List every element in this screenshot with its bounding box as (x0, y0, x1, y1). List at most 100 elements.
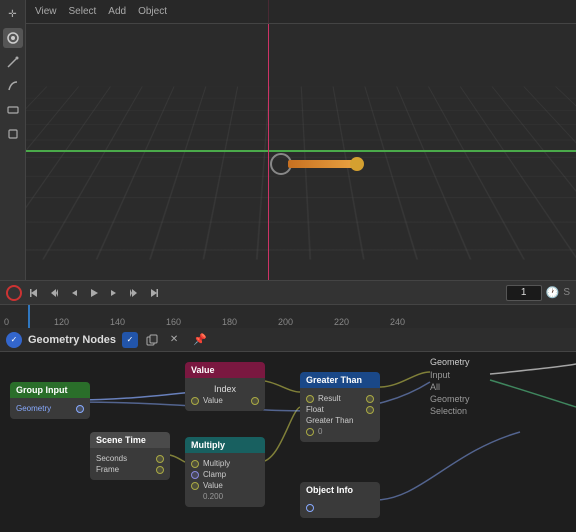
clamp-label: Clamp (203, 470, 226, 479)
bone-tip (350, 157, 364, 171)
geometry-out-label: Geometry (430, 357, 470, 367)
clamp-socket[interactable] (191, 471, 199, 479)
float-label: Float (306, 405, 324, 414)
value-input-socket[interactable] (191, 397, 199, 405)
ruler-mark-160: 160 (166, 317, 181, 327)
play-button[interactable] (86, 285, 102, 301)
multiply-label: Multiply (203, 459, 230, 468)
value-index-header: Value (185, 362, 265, 378)
value-out-label: Value (203, 396, 223, 405)
value-index-node[interactable]: Value Index Value (185, 362, 265, 411)
value-output-socket[interactable] (251, 397, 259, 405)
seconds-socket[interactable] (156, 455, 164, 463)
frame-counter: 1 🕐 S (506, 285, 570, 301)
value-index-body: Index Value (185, 378, 265, 411)
shield-icon[interactable]: ✓ (122, 332, 138, 348)
result-label: Result (318, 394, 341, 403)
gt-val-socket[interactable] (306, 428, 314, 436)
oi-in-socket[interactable] (306, 504, 314, 512)
value-row-label: Value (203, 481, 223, 490)
geometry-label2: Geometry (430, 394, 470, 404)
record-button[interactable] (6, 285, 22, 301)
object-info-body (300, 498, 380, 518)
timeline: 1 🕐 S 0 120 140 160 180 200 220 240 (0, 280, 576, 328)
next-frame-button[interactable] (106, 285, 122, 301)
playhead (28, 305, 30, 329)
skip-to-start-button[interactable] (26, 285, 42, 301)
object-info-header: Object Info (300, 482, 380, 498)
ruler-mark-120: 120 (54, 317, 69, 327)
next-keyframe-button[interactable] (126, 285, 142, 301)
axis-x-line (0, 150, 576, 152)
prev-keyframe-button[interactable] (46, 285, 62, 301)
ruler-mark-180: 180 (222, 317, 237, 327)
seconds-label: Seconds (96, 454, 127, 463)
pin-button[interactable]: 📌 (192, 332, 208, 348)
timeline-ruler[interactable]: 0 120 140 160 180 200 220 240 (0, 305, 576, 329)
node-editor-header: ✓ Geometry Nodes ✓ ✕ 📌 (0, 328, 576, 352)
ruler-mark-200: 200 (278, 317, 293, 327)
gt-label: Greater Than (306, 416, 353, 425)
sync-label: S (563, 287, 570, 298)
left-toolbar: ✛ (0, 0, 26, 280)
multiply-node[interactable]: Multiply Multiply Clamp Value 0.200 (185, 437, 265, 507)
prev-frame-button[interactable] (66, 285, 82, 301)
node-editor[interactable]: ✓ Geometry Nodes ✓ ✕ 📌 (0, 328, 576, 532)
scene-time-body: Seconds Frame (90, 448, 170, 480)
bone-shaft (288, 160, 353, 168)
ruler-mark-140: 140 (110, 317, 125, 327)
greater-than-header: Greater Than (300, 372, 380, 388)
node-connections (0, 352, 576, 532)
node-editor-icon: ✓ (6, 332, 22, 348)
box-tool[interactable] (3, 124, 23, 144)
ruler-mark-220: 220 (334, 317, 349, 327)
group-input-body: Geometry (10, 398, 90, 419)
select-menu[interactable]: Select (66, 5, 100, 18)
bone-object (270, 158, 360, 170)
multiply-in1-socket[interactable] (191, 460, 199, 468)
cursor-tool[interactable]: ✛ (3, 4, 23, 24)
float-socket[interactable] (366, 406, 374, 414)
gt-in1-socket[interactable] (306, 395, 314, 403)
frame-label: Frame (96, 465, 119, 474)
viewport-header: View Select Add Object (26, 0, 576, 24)
draw-tool[interactable] (3, 52, 23, 72)
ruler-mark-240: 240 (390, 317, 405, 327)
measure-tool[interactable] (3, 100, 23, 120)
scene-time-node[interactable]: Scene Time Seconds Frame (90, 432, 170, 480)
axis-y-line (268, 0, 269, 280)
geometry-output-label: Geometry (16, 404, 51, 413)
multiply-header: Multiply (185, 437, 265, 453)
skip-to-end-button[interactable] (146, 285, 162, 301)
object-info-node[interactable]: Object Info (300, 482, 380, 518)
object-menu[interactable]: Object (135, 5, 170, 18)
copy-node-button[interactable] (144, 332, 160, 348)
geometry-output-node: Geometry Input All Geometry Selection (430, 357, 470, 416)
view-menu[interactable]: View (32, 5, 60, 18)
annotate-tool[interactable] (3, 76, 23, 96)
node-canvas[interactable]: Group Input Geometry Scene Time Seconds … (0, 352, 576, 532)
gt-val-display: 0 (318, 427, 322, 436)
group-input-node[interactable]: Group Input Geometry (10, 382, 90, 419)
greater-than-body: Result Float Greater Than 0 (300, 388, 380, 442)
add-menu[interactable]: Add (105, 5, 129, 18)
clock-icon: 🕐 (546, 286, 560, 299)
node-editor-title: Geometry Nodes (28, 334, 116, 346)
multiply-val-socket[interactable] (191, 482, 199, 490)
result-socket[interactable] (366, 395, 374, 403)
geometry-output-socket[interactable] (76, 405, 84, 413)
ruler-mark-0: 0 (4, 317, 9, 327)
frame-socket[interactable] (156, 466, 164, 474)
close-button[interactable]: ✕ (166, 332, 182, 348)
scene-time-header: Scene Time (90, 432, 170, 448)
value-display: 0.200 (203, 492, 223, 501)
viewport-3d[interactable]: ✛ V (0, 0, 576, 280)
input-label: Input (430, 370, 470, 380)
move-tool[interactable] (3, 28, 23, 48)
multiply-body: Multiply Clamp Value 0.200 (185, 453, 265, 507)
selection-label: Selection (430, 406, 470, 416)
current-frame-input[interactable]: 1 (506, 285, 542, 301)
group-input-header: Group Input (10, 382, 90, 398)
all-label: All (430, 382, 470, 392)
greater-than-node[interactable]: Greater Than Result Float Greater Than 0 (300, 372, 380, 442)
